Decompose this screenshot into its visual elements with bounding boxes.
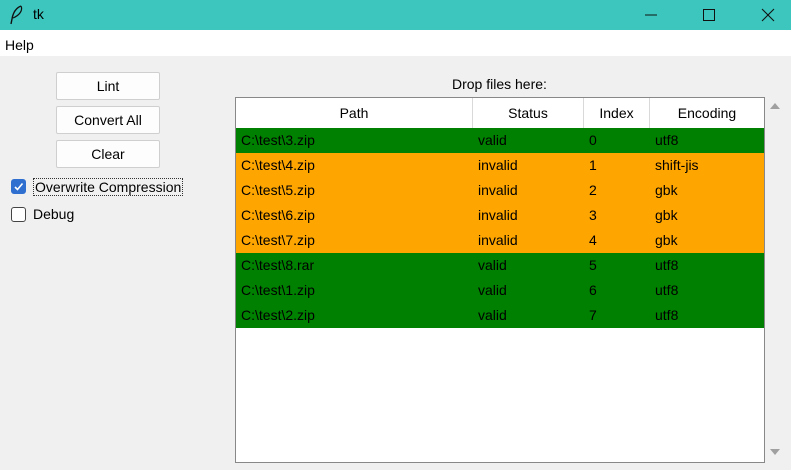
convert-all-button[interactable]: Convert All [56, 106, 160, 134]
check-icon [14, 182, 24, 191]
cell-index: 0 [589, 132, 597, 148]
maximize-icon [703, 9, 715, 21]
table-row[interactable]: C:\test\5.zip invalid 2 gbk [236, 178, 764, 203]
cell-encoding: gbk [655, 232, 678, 248]
cell-index: 1 [589, 157, 597, 173]
column-header-index[interactable]: Index [584, 98, 650, 128]
table-row[interactable]: C:\test\1.zip valid 6 utf8 [236, 278, 764, 303]
minimize-button[interactable] [628, 0, 674, 30]
scroll-down-arrow-icon[interactable] [769, 447, 781, 457]
maximize-button[interactable] [686, 0, 732, 30]
cell-index: 5 [589, 257, 597, 273]
cell-index: 2 [589, 182, 597, 198]
cell-status: valid [478, 257, 507, 273]
scroll-up-arrow-icon[interactable] [769, 101, 781, 111]
cell-status: invalid [478, 232, 518, 248]
cell-encoding: utf8 [655, 307, 679, 323]
cell-encoding: shift-jis [655, 157, 699, 173]
cell-path: C:\test\2.zip [241, 307, 315, 323]
lint-button[interactable]: Lint [56, 72, 160, 100]
minimize-icon [645, 14, 657, 16]
debug-checkbox[interactable] [11, 207, 26, 222]
cell-path: C:\test\8.rar [241, 257, 315, 273]
clear-button[interactable]: Clear [56, 140, 160, 168]
overwrite-compression-checkbox[interactable] [11, 179, 26, 194]
cell-path: C:\test\7.zip [241, 232, 315, 248]
cell-path: C:\test\3.zip [241, 132, 315, 148]
menu-bar: Help [0, 30, 791, 56]
cell-path: C:\test\6.zip [241, 207, 315, 223]
cell-index: 3 [589, 207, 597, 223]
column-header-path[interactable]: Path [236, 98, 473, 128]
close-icon [761, 8, 775, 22]
table-row[interactable]: C:\test\2.zip valid 7 utf8 [236, 303, 764, 328]
cell-encoding: gbk [655, 182, 678, 198]
table-row[interactable]: C:\test\8.rar valid 5 utf8 [236, 253, 764, 278]
cell-status: invalid [478, 157, 518, 173]
column-header-encoding[interactable]: Encoding [650, 98, 764, 128]
file-table[interactable]: Path Status Index Encoding C:\test\3.zip… [235, 97, 765, 463]
table-row[interactable]: C:\test\7.zip invalid 4 gbk [236, 228, 764, 253]
window-title: tk [33, 6, 44, 22]
cell-status: valid [478, 132, 507, 148]
overwrite-compression-label: Overwrite Compression [33, 178, 184, 196]
table-row[interactable]: C:\test\4.zip invalid 1 shift-jis [236, 153, 764, 178]
cell-status: valid [478, 282, 507, 298]
cell-path: C:\test\4.zip [241, 157, 315, 173]
table-row[interactable]: C:\test\3.zip valid 0 utf8 [236, 128, 764, 153]
menu-help[interactable]: Help [5, 37, 34, 53]
cell-status: invalid [478, 182, 518, 198]
close-button[interactable] [745, 0, 791, 30]
cell-status: invalid [478, 207, 518, 223]
cell-encoding: utf8 [655, 257, 679, 273]
cell-encoding: utf8 [655, 282, 679, 298]
table-header: Path Status Index Encoding [236, 98, 764, 129]
table-row[interactable]: C:\test\6.zip invalid 3 gbk [236, 203, 764, 228]
cell-index: 4 [589, 232, 597, 248]
cell-status: valid [478, 307, 507, 323]
vertical-scrollbar[interactable] [766, 97, 784, 463]
debug-option[interactable]: Debug [11, 204, 111, 226]
cell-encoding: gbk [655, 207, 678, 223]
cell-encoding: utf8 [655, 132, 679, 148]
cell-index: 6 [589, 282, 597, 298]
debug-label: Debug [33, 206, 75, 222]
feather-icon [8, 5, 26, 25]
title-bar[interactable]: tk [0, 0, 791, 30]
drop-files-label: Drop files here: [452, 76, 547, 92]
overwrite-compression-option[interactable]: Overwrite Compression [11, 176, 211, 198]
column-header-status[interactable]: Status [473, 98, 584, 128]
cell-index: 7 [589, 307, 597, 323]
cell-path: C:\test\5.zip [241, 182, 315, 198]
cell-path: C:\test\1.zip [241, 282, 315, 298]
